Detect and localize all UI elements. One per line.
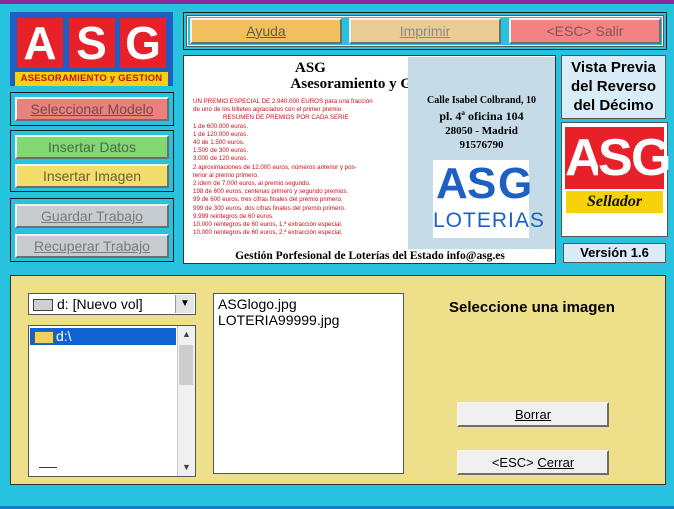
prize-line: 9.999 reintegros de 60 euros. [193, 212, 274, 220]
loterias-word: LOTERIAS [433, 209, 545, 232]
preview-title: ASG [295, 60, 326, 76]
directory-list[interactable]: d:\ ▲ ▼ [28, 325, 196, 477]
loterias-letter-s: S [467, 159, 497, 208]
top-accent-bar [0, 0, 674, 4]
drive-select-value: d: [Nuevo vol] [57, 296, 143, 312]
preview-caption-line-3: del Décimo [573, 97, 654, 114]
select-image-prompt: Seleccione una imagen [449, 299, 615, 316]
sidebar-group-model: Seleccionar Modelo [10, 92, 174, 126]
close-button-prefix: <ESC> [491, 455, 538, 470]
prize-line: 2 aproximaciones de 12.000 euros, número… [193, 163, 357, 171]
scroll-up-icon[interactable]: ▲ [178, 326, 195, 343]
prize-list: UN PREMIO ESPECIAL DE 2.940.000 EUROS pa… [185, 98, 408, 237]
select-model-label: Seleccionar Modelo [30, 101, 154, 117]
print-button[interactable]: Imprimir [349, 18, 501, 44]
top-toolbar: Ayuda Imprimir <ESC> Salir [183, 12, 667, 50]
close-button[interactable]: <ESC> Cerrar [457, 450, 609, 475]
address-street: Calle Isabel Colbrand, 10 [427, 95, 536, 106]
print-button-label: Imprimir [399, 23, 451, 39]
save-work-label: Guardar Trabajo [41, 208, 143, 224]
prize-line: 1.500 de 300 euros. [193, 147, 249, 155]
close-button-label: Cerrar [537, 455, 575, 470]
prize-line: 1 de 120.000 euros. [193, 130, 249, 138]
prize-line: 999 de 300 euros, dos cifras finales del… [193, 204, 346, 212]
insert-image-label: Insertar Imagen [42, 168, 142, 184]
prize-line: 2 idem de 7.000 euros, al premio segundo… [193, 180, 311, 188]
preview-footer: Gestión Porfesional de Loterías del Esta… [185, 249, 555, 263]
recover-work-label: Recuperar Trabajo [34, 238, 150, 254]
ticket-preview: ASG UN PREMIO ESPECIAL DE 2.940.000 EURO… [183, 55, 556, 264]
address-city: 28050 - Madrid [445, 125, 518, 137]
prize-line: terior al premio primero. [193, 171, 259, 179]
preview-caption-line-2: del Reverso [570, 78, 657, 95]
sellador-letter-g: G [631, 127, 672, 189]
scroll-down-icon[interactable]: ▼ [178, 459, 195, 476]
insert-data-label: Insertar Datos [48, 139, 136, 155]
sellador-letter-a: A [565, 127, 603, 189]
address-floor: pl. 4ª oficina 104 [439, 109, 524, 123]
asg-logo: A S G ASESORAMIENTO y GESTION [10, 12, 173, 86]
directory-item-selected[interactable]: d:\ [30, 328, 176, 345]
sellador-logo: A S G Sellador [561, 122, 672, 237]
sidebar-group-insert: Insertar Datos Insertar Imagen [10, 130, 174, 192]
address-phone: 91576790 [459, 139, 504, 151]
preview-caption-line-1: Vista Previa [571, 59, 656, 76]
file-list[interactable]: ASGlogo.jpg LOTERIA99999.jpg [213, 293, 404, 474]
exit-button-label: <ESC> Salir [546, 23, 624, 39]
prize-line: de uno de los billetes agraciados con el… [193, 106, 342, 114]
delete-button[interactable]: Borrar [457, 402, 609, 427]
logo-letter-s: S [68, 18, 115, 68]
prize-line: 10.000 reintegros de 60 euros, 1.ª extra… [193, 221, 343, 229]
prize-line: 3.000 de 120 euros. [193, 155, 249, 163]
drive-icon [33, 299, 53, 311]
logo-letter-g: G [120, 18, 166, 68]
logo-letter-a: A [17, 18, 63, 68]
insert-data-button[interactable]: Insertar Datos [15, 135, 169, 159]
loterias-letter-a: A [436, 159, 468, 208]
sellador-letter-s: S [598, 127, 633, 189]
loterias-letter-g: G [498, 159, 533, 208]
drive-select[interactable]: d: [Nuevo vol] ▼ [28, 293, 196, 315]
scroll-thumb[interactable] [179, 345, 193, 385]
select-model-button[interactable]: Seleccionar Modelo [15, 97, 169, 121]
chevron-down-icon[interactable]: ▼ [175, 295, 194, 313]
delete-button-label: Borrar [514, 407, 552, 422]
prize-line: 1 de 600.000 euros. [193, 122, 249, 130]
prize-line: 198 de 600 euros, centenas primero y seg… [193, 188, 349, 196]
prize-line: RESUMEN DE PREMIOS POR CADA SERIE [223, 114, 349, 122]
file-item[interactable]: LOTERIA99999.jpg [218, 312, 399, 328]
help-button-label: Ayuda [246, 23, 286, 39]
exit-button[interactable]: <ESC> Salir [509, 18, 661, 44]
file-item[interactable]: ASGlogo.jpg [218, 296, 399, 312]
prize-line: 99 de 600 euros, tres cifras finales del… [193, 196, 343, 204]
prize-line: 10.000 reintegros de 60 euros, 2.ª extra… [193, 229, 343, 237]
folder-open-icon [34, 331, 54, 344]
insert-image-button[interactable]: Insertar Imagen [15, 164, 169, 188]
loterias-logo: A S G LOTERIAS [433, 159, 545, 238]
recover-work-button[interactable]: Recuperar Trabajo [15, 234, 169, 258]
preview-caption: Vista Previa del Reverso del Décimo [561, 55, 666, 119]
directory-scrollbar[interactable]: ▲ ▼ [177, 326, 195, 476]
version-label: Versión 1.6 [563, 243, 666, 263]
sellador-word: Sellador [566, 191, 663, 213]
dir-tree-line [39, 467, 57, 468]
prize-line: 40 de 1.500 euros. [193, 139, 245, 147]
logo-caption: ASESORAMIENTO y GESTION [15, 72, 168, 86]
directory-item-label: d:\ [56, 328, 72, 344]
save-work-button[interactable]: Guardar Trabajo [15, 204, 169, 228]
prize-line: UN PREMIO ESPECIAL DE 2.940.000 EUROS pa… [193, 98, 373, 105]
sidebar-group-work: Guardar Trabajo Recuperar Trabajo [10, 198, 174, 262]
help-button[interactable]: Ayuda [190, 18, 342, 44]
